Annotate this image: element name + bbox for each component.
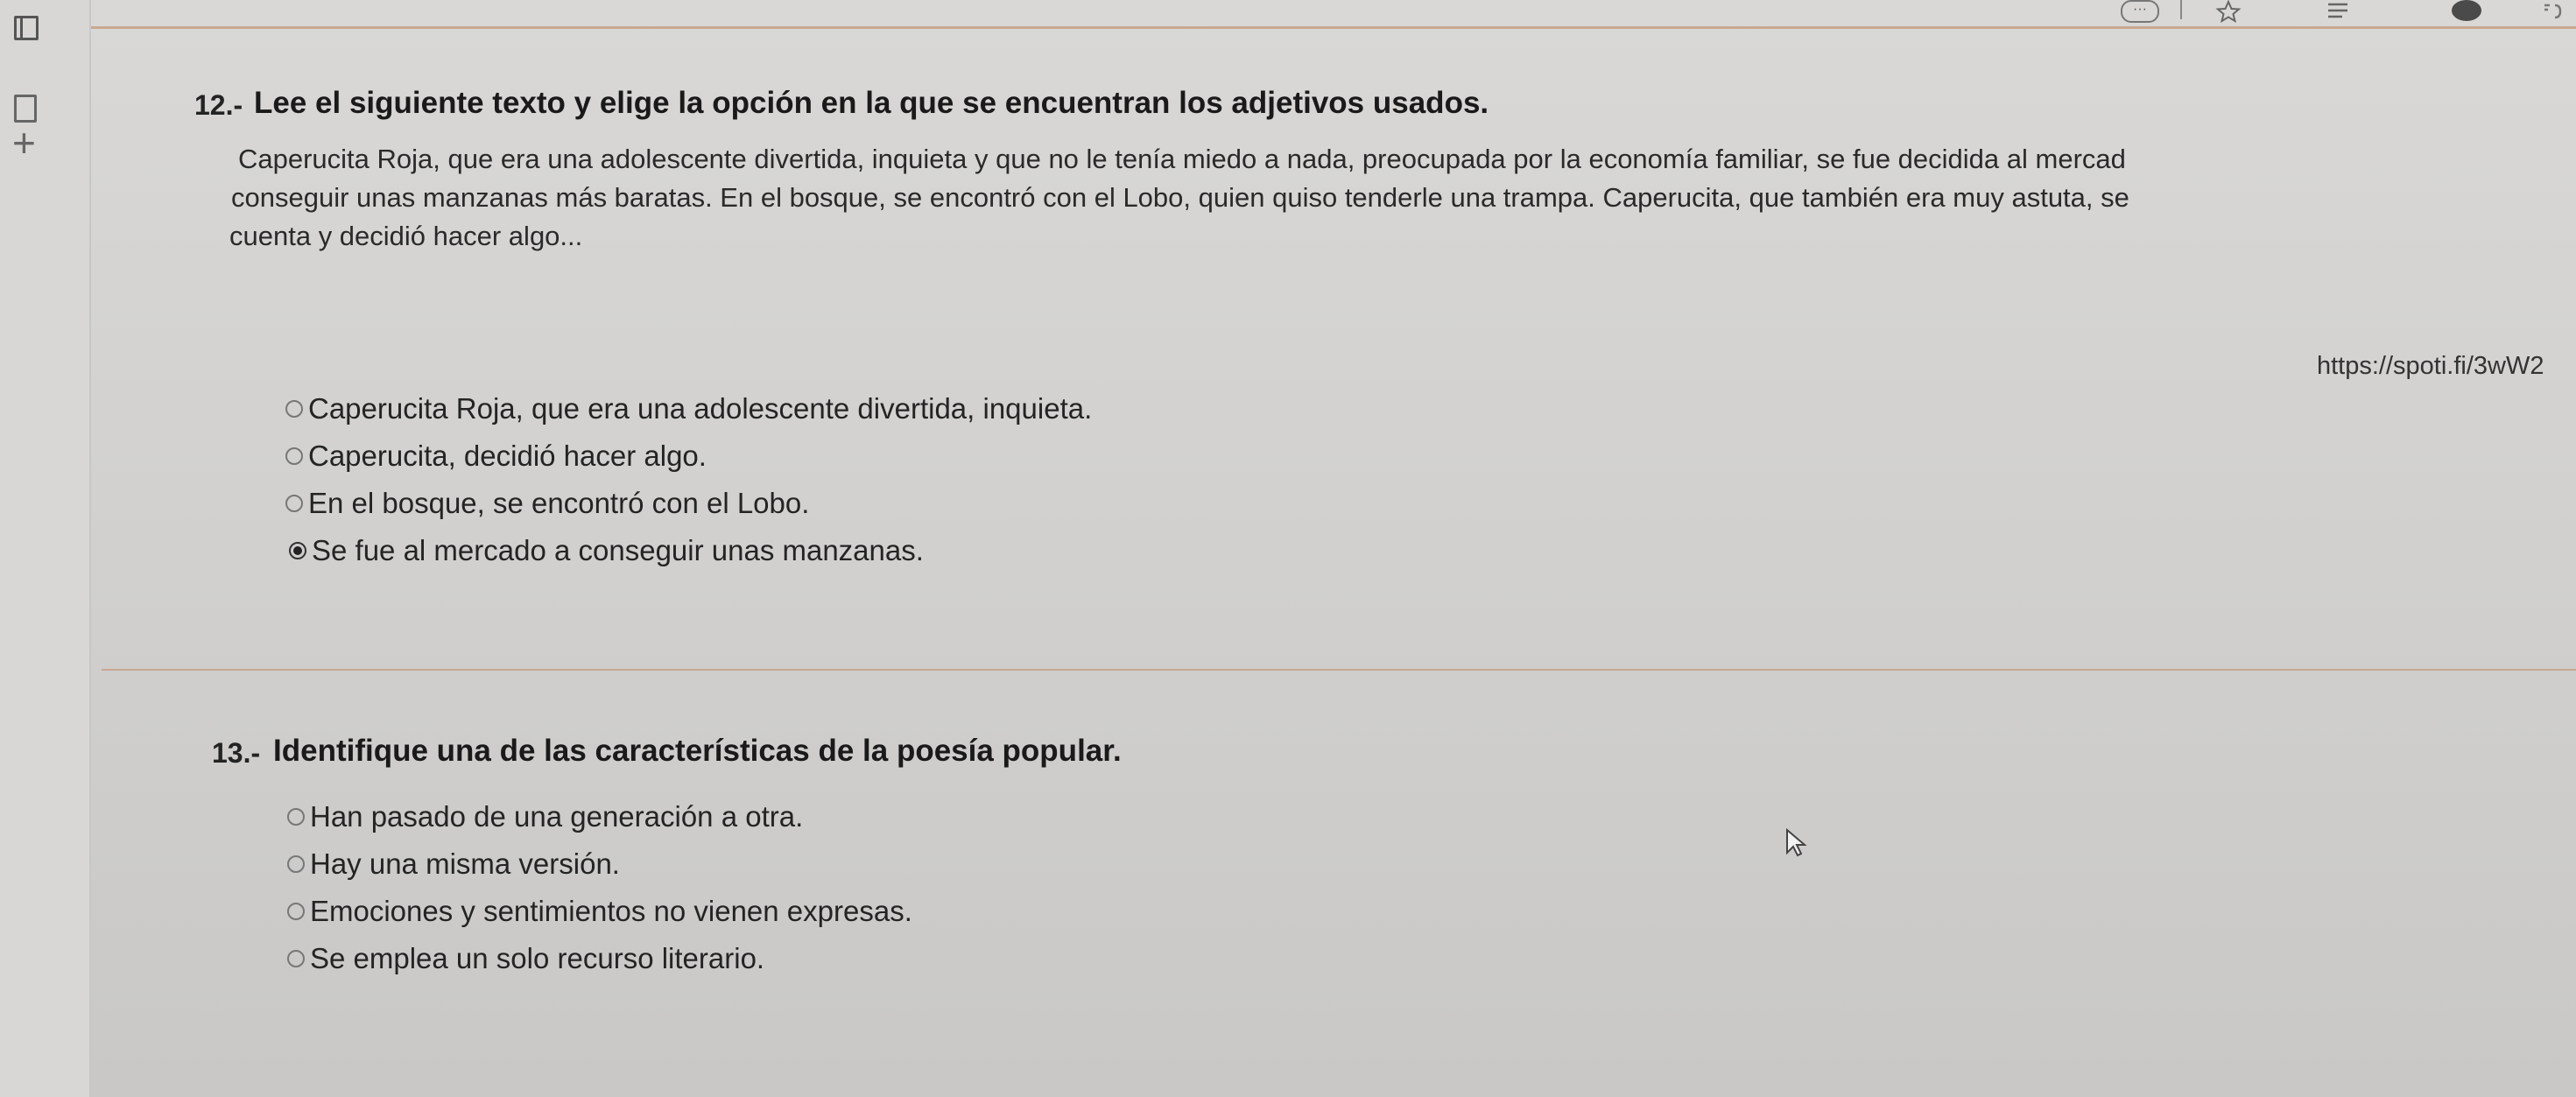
q13-option-3[interactable]: Emociones y sentimientos no vienen expre… bbox=[287, 895, 912, 928]
option-label: Emociones y sentimientos no vienen expre… bbox=[310, 895, 912, 927]
toolbar-divider bbox=[88, 26, 2576, 29]
option-label: Se emplea un solo recurso literario. bbox=[310, 942, 765, 974]
radio-button[interactable] bbox=[287, 950, 305, 967]
option-label: En el bosque, se encontró con el Lobo. bbox=[308, 487, 810, 519]
passage-line-1: Caperucita Roja, que era una adolescente… bbox=[238, 144, 2126, 174]
star-icon[interactable] bbox=[2215, 0, 2242, 24]
radio-button[interactable] bbox=[285, 400, 303, 418]
question-13-prompt: Identifique una de las características d… bbox=[273, 734, 1122, 768]
q12-option-1[interactable]: Caperucita Roja, que era una adolescente… bbox=[285, 392, 1092, 425]
q12-option-2[interactable]: Caperucita, decidió hacer algo. bbox=[285, 440, 707, 473]
radio-button-selected[interactable] bbox=[289, 542, 306, 559]
list-icon[interactable] bbox=[2325, 0, 2351, 23]
mouse-cursor-icon bbox=[1785, 827, 1808, 858]
passage-line-3: cuenta y decidió hacer algo... bbox=[229, 221, 583, 251]
radio-button[interactable] bbox=[285, 447, 303, 465]
q12-option-3[interactable]: En el bosque, se encontró con el Lobo. bbox=[285, 487, 809, 520]
toolbar-separator bbox=[2180, 0, 2182, 19]
plus-icon[interactable]: + bbox=[12, 123, 36, 163]
radio-button[interactable] bbox=[287, 855, 305, 873]
passage-line-2: conseguir unas manzanas más baratas. En … bbox=[231, 182, 2129, 213]
document-icon[interactable] bbox=[14, 95, 37, 123]
radio-button[interactable] bbox=[287, 903, 305, 920]
question-12-number: 12.- bbox=[194, 89, 243, 121]
more-icon[interactable]: ··· bbox=[2121, 0, 2159, 23]
option-label: Caperucita, decidió hacer algo. bbox=[308, 440, 707, 472]
question-divider bbox=[102, 669, 2576, 671]
avatar-icon[interactable] bbox=[2452, 0, 2481, 21]
spotify-link[interactable]: https://spoti.fi/3wW2 bbox=[2317, 352, 2544, 381]
option-label: Hay una misma versión. bbox=[310, 847, 620, 880]
option-label: Caperucita Roja, que era una adolescente… bbox=[308, 392, 1093, 425]
radio-button[interactable] bbox=[287, 808, 305, 826]
q13-option-4[interactable]: Se emplea un solo recurso literario. bbox=[287, 942, 764, 975]
q12-option-4[interactable]: Se fue al mercado a conseguir unas manza… bbox=[289, 534, 924, 567]
sidebar: + bbox=[0, 0, 91, 1097]
extensions-icon[interactable] bbox=[2539, 0, 2565, 23]
question-12-prompt: Lee el siguiente texto y elige la opción… bbox=[254, 86, 1489, 120]
tab-icon[interactable] bbox=[14, 16, 39, 40]
quiz-content: 12.- Lee el siguiente texto y elige la o… bbox=[91, 30, 2576, 1097]
option-label: Se fue al mercado a conseguir unas manza… bbox=[312, 534, 924, 566]
browser-toolbar: ··· bbox=[0, 0, 2576, 33]
q13-option-1[interactable]: Han pasado de una generación a otra. bbox=[287, 800, 803, 833]
question-13-number: 13.- bbox=[212, 737, 261, 769]
q13-option-2[interactable]: Hay una misma versión. bbox=[287, 847, 620, 881]
option-label: Han pasado de una generación a otra. bbox=[310, 800, 804, 833]
radio-button[interactable] bbox=[285, 495, 303, 512]
